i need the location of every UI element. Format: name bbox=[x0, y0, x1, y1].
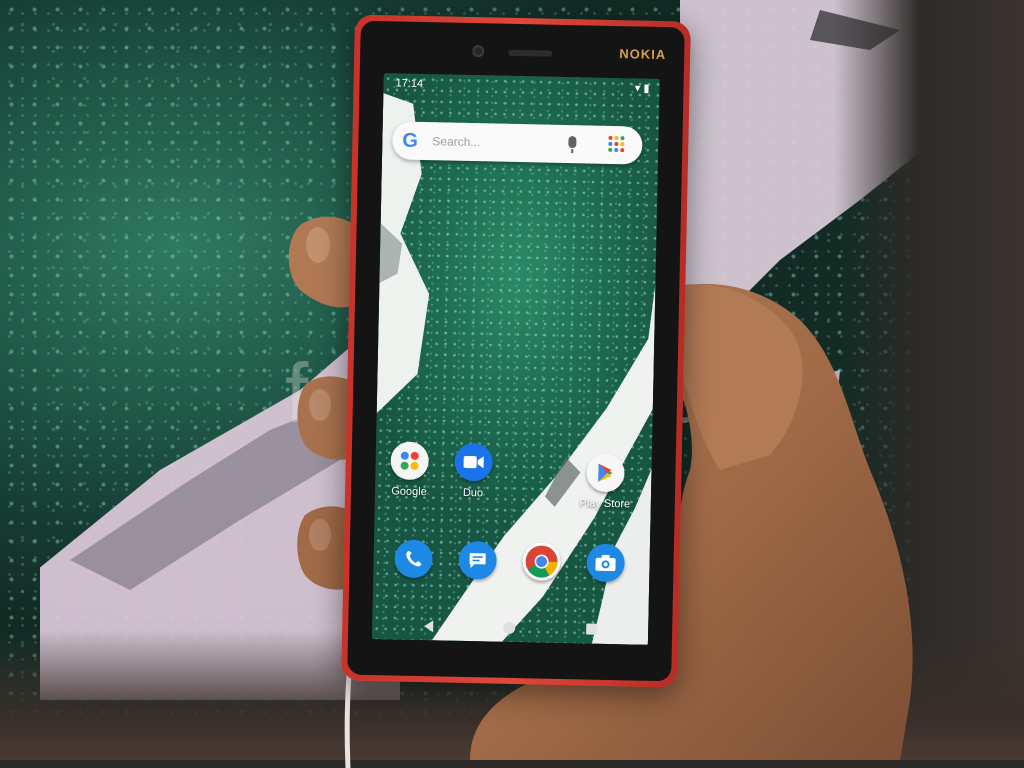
back-icon[interactable] bbox=[424, 620, 434, 633]
google-folder-icon bbox=[390, 441, 430, 481]
wifi-icon: ▾ bbox=[634, 82, 641, 95]
phone-screen: 17:14 ▾ ▮ G Search... Google Duo Play St… bbox=[371, 73, 660, 645]
app-google[interactable]: Google bbox=[379, 441, 440, 498]
earpiece-speaker bbox=[508, 49, 553, 57]
app-label: Play Store bbox=[579, 497, 631, 511]
status-time: 17:14 bbox=[395, 77, 424, 90]
navigation-bar bbox=[372, 611, 649, 645]
app-play-store[interactable]: Play Store bbox=[575, 453, 636, 510]
messages-icon bbox=[458, 540, 498, 580]
app-label: Google bbox=[391, 485, 427, 499]
google-search-bar[interactable]: G Search... bbox=[391, 121, 643, 165]
play-store-icon bbox=[586, 453, 625, 493]
front-camera-icon bbox=[472, 45, 485, 58]
app-label: Duo bbox=[462, 486, 484, 500]
brand-logo: NOKIA bbox=[619, 46, 667, 63]
recents-icon[interactable] bbox=[586, 623, 598, 635]
battery-icon: ▮ bbox=[643, 82, 650, 95]
camera-icon bbox=[586, 543, 625, 583]
smartphone: NOKIA 17:14 ▾ ▮ G Search... Google Duo P… bbox=[341, 14, 691, 688]
status-icons: ▾ ▮ bbox=[635, 81, 650, 94]
google-g-icon: G bbox=[402, 129, 419, 152]
dock-chrome[interactable] bbox=[511, 542, 572, 581]
chrome-icon bbox=[522, 542, 561, 581]
google-apps-icon[interactable] bbox=[608, 135, 625, 153]
phone-front-bezel: NOKIA 17:14 ▾ ▮ G Search... Google Duo P… bbox=[347, 20, 685, 682]
home-icon[interactable] bbox=[503, 621, 516, 635]
phone-icon bbox=[394, 539, 434, 579]
dock-messages[interactable] bbox=[447, 540, 508, 580]
dock-camera[interactable] bbox=[575, 543, 636, 583]
microphone-icon[interactable] bbox=[568, 136, 577, 149]
dock-phone[interactable] bbox=[383, 539, 444, 579]
duo-video-icon bbox=[454, 442, 494, 482]
search-placeholder: Search... bbox=[432, 134, 481, 150]
app-duo[interactable]: Duo bbox=[443, 442, 504, 500]
